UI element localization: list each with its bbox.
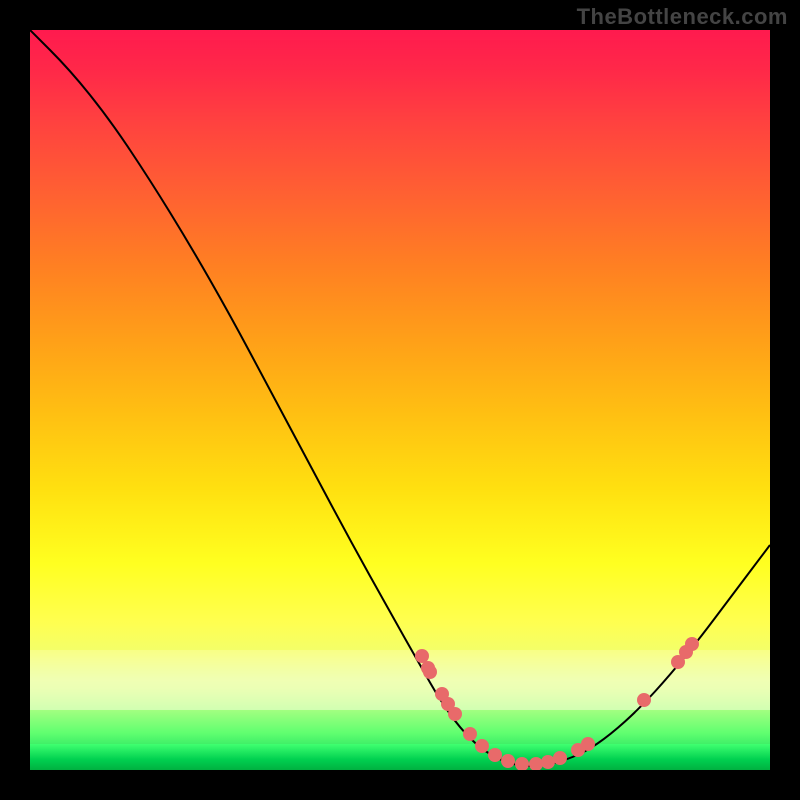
curve-marker [475,739,489,753]
curve-marker [415,649,429,663]
chart-svg [30,30,770,770]
curve-markers [415,637,699,770]
curve-marker [501,754,515,768]
curve-marker [448,707,462,721]
curve-marker [541,755,555,769]
curve-marker [553,751,567,765]
curve-marker [463,727,477,741]
curve-marker [685,637,699,651]
curve-marker [515,757,529,770]
curve-marker [581,737,595,751]
bottleneck-curve [30,30,770,766]
curve-marker [529,757,543,770]
curve-marker [637,693,651,707]
curve-marker [423,665,437,679]
chart-plot-area [30,30,770,770]
curve-marker [488,748,502,762]
watermark-text: TheBottleneck.com [577,4,788,30]
